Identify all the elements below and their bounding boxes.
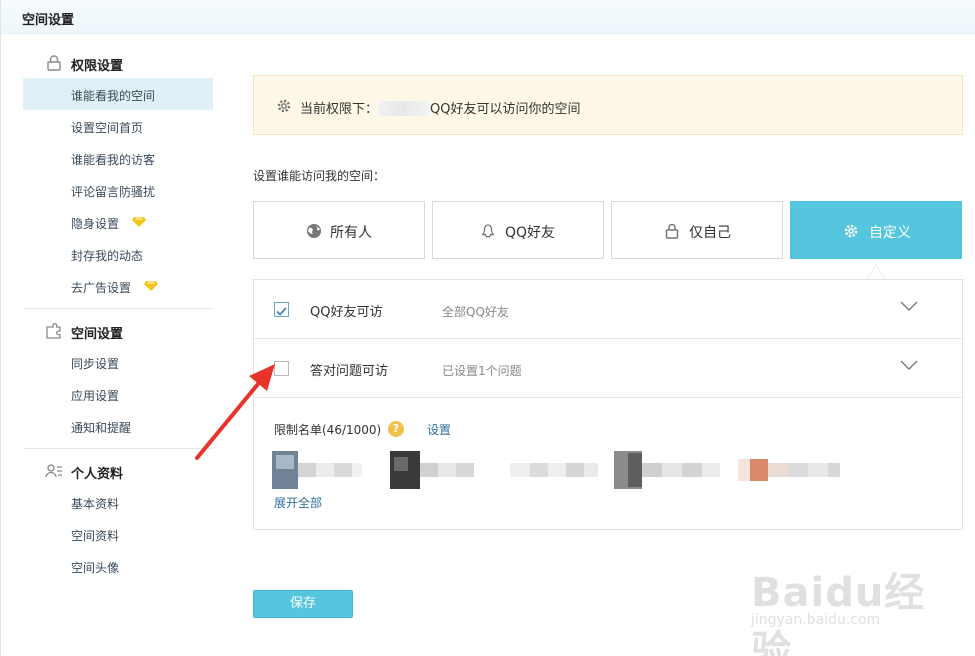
lock-icon: [47, 55, 61, 71]
sidebar: 权限设置 谁能看我的空间 设置空间首页 谁能看我的访客 评论留言防骚扰 隐身设置…: [23, 48, 213, 582]
option-label: 所有人: [330, 225, 372, 241]
sidebar-item-label: 封存我的动态: [71, 249, 144, 263]
vip-diamond-icon: [144, 281, 158, 291]
custom-settings-panel: QQ好友可访 全部QQ好友 答对问题可访 已设置1个问题 限制名单(46/100…: [253, 279, 963, 530]
sidebar-item-space-profile[interactable]: 空间资料: [23, 518, 213, 550]
option-only-me[interactable]: 仅自己: [611, 201, 783, 259]
sidebar-item-basic-profile[interactable]: 基本资料: [23, 486, 213, 518]
restricted-user-avatar[interactable]: [272, 451, 364, 489]
notice-suffix: QQ好友可以访问你的空间: [430, 102, 581, 117]
restricted-user-avatar[interactable]: [614, 451, 724, 489]
sidebar-item-space-avatar[interactable]: 空间头像: [23, 550, 213, 582]
sidebar-section-label: 空间设置: [71, 327, 124, 342]
notice-prefix: 当前权限下：: [300, 102, 379, 117]
sidebar-item-who-can-view[interactable]: 谁能看我的空间: [23, 78, 213, 110]
sidebar-item-remove-ads[interactable]: 去广告设置: [23, 270, 213, 302]
annotation-arrow-icon: [195, 364, 275, 460]
sidebar-divider: [23, 308, 213, 309]
sidebar-item-label: 设置空间首页: [71, 121, 144, 135]
watermark-logo: Baidu经验: [751, 570, 926, 656]
watermark: Baidu经验 jingyan.baidu.com: [751, 560, 931, 656]
sidebar-item-label: 应用设置: [71, 389, 120, 403]
sidebar-item-label: 通知和提醒: [71, 421, 132, 435]
sidebar-item-visitors[interactable]: 谁能看我的访客: [23, 142, 213, 174]
restricted-user-avatar[interactable]: [390, 451, 482, 489]
lock-icon: [665, 223, 679, 239]
option-label: QQ好友: [505, 225, 556, 241]
redacted-name: [378, 101, 431, 116]
selected-option-pointer: [867, 265, 885, 280]
gear-icon: [844, 224, 858, 238]
expand-all-link[interactable]: 展开全部: [274, 494, 322, 511]
sidebar-section-label: 权限设置: [71, 59, 124, 74]
sidebar-item-notifications[interactable]: 通知和提醒: [23, 410, 213, 442]
option-label: 仅自己: [689, 225, 731, 241]
save-button[interactable]: 保存: [253, 590, 353, 618]
restricted-list-label: 限制名单(46/1000): [274, 423, 382, 437]
rule-row-qq-friends[interactable]: QQ好友可访 全部QQ好友: [254, 280, 962, 339]
sidebar-item-label: 评论留言防骚扰: [71, 185, 156, 199]
chevron-down-icon[interactable]: [900, 300, 918, 312]
sidebar-item-label: 同步设置: [71, 357, 120, 371]
rule-desc: 全部QQ好友: [442, 305, 509, 319]
restricted-user-avatar[interactable]: [510, 451, 602, 489]
sidebar-item-anti-harass[interactable]: 评论留言防骚扰: [23, 174, 213, 206]
sidebar-item-homepage[interactable]: 设置空间首页: [23, 110, 213, 142]
watermark-url: jingyan.baidu.com: [751, 612, 881, 628]
sidebar-item-label: 谁能看我的访客: [71, 153, 156, 167]
sidebar-item-label: 空间资料: [71, 529, 120, 543]
sidebar-item-apps[interactable]: 应用设置: [23, 378, 213, 410]
sidebar-section-space-settings[interactable]: 空间设置: [23, 316, 213, 346]
access-label: 设置谁能访问我的空间：: [253, 169, 386, 183]
checkmark-icon: [276, 307, 287, 316]
sidebar-item-label: 基本资料: [71, 497, 120, 511]
profile-icon: [45, 464, 62, 478]
puzzle-icon: [46, 323, 61, 339]
gear-icon: [277, 99, 291, 113]
page-title: 空间设置: [22, 13, 75, 28]
option-qq-friends[interactable]: QQ好友: [432, 201, 604, 259]
help-icon[interactable]: ?: [388, 421, 404, 437]
friends-icon: [481, 224, 495, 238]
page: 空间设置 权限设置 谁能看我的空间 设置空间首页 谁能看我的访客 评论留言防骚扰…: [0, 0, 975, 656]
sidebar-item-archive-feed[interactable]: 封存我的动态: [23, 238, 213, 270]
vip-diamond-icon: [132, 217, 146, 227]
sidebar-section-permissions[interactable]: 权限设置: [23, 48, 213, 78]
sidebar-item-label: 谁能看我的空间: [71, 89, 156, 103]
sidebar-item-label: 去广告设置: [71, 281, 132, 295]
sidebar-section-profile[interactable]: 个人资料: [23, 456, 213, 486]
permission-notice: 当前权限下： QQ好友可以访问你的空间: [253, 75, 963, 135]
notice-text: 当前权限下： QQ好友可以访问你的空间: [300, 98, 580, 117]
restricted-user-avatar[interactable]: [738, 451, 844, 489]
sidebar-item-label: 空间头像: [71, 561, 120, 575]
rule-checkbox[interactable]: [274, 302, 289, 317]
sidebar-section-label: 个人资料: [71, 467, 124, 482]
sidebar-divider: [23, 448, 213, 449]
restricted-list-settings-link[interactable]: 设置: [427, 421, 451, 438]
sidebar-item-sync[interactable]: 同步设置: [23, 346, 213, 378]
top-bar: 空间设置: [1, 0, 975, 34]
rule-row-question[interactable]: 答对问题可访 已设置1个问题: [254, 339, 962, 398]
rule-name: QQ好友可访: [310, 305, 383, 320]
rule-name: 答对问题可访: [310, 364, 389, 379]
globe-icon: [307, 224, 321, 238]
restricted-users: [272, 451, 952, 491]
sidebar-item-stealth[interactable]: 隐身设置: [23, 206, 213, 238]
option-custom[interactable]: 自定义: [790, 201, 962, 259]
chevron-down-icon[interactable]: [900, 359, 918, 371]
rule-desc: 已设置1个问题: [442, 364, 522, 378]
option-everyone[interactable]: 所有人: [253, 201, 425, 259]
option-label: 自定义: [869, 225, 911, 241]
sidebar-item-label: 隐身设置: [71, 217, 120, 231]
